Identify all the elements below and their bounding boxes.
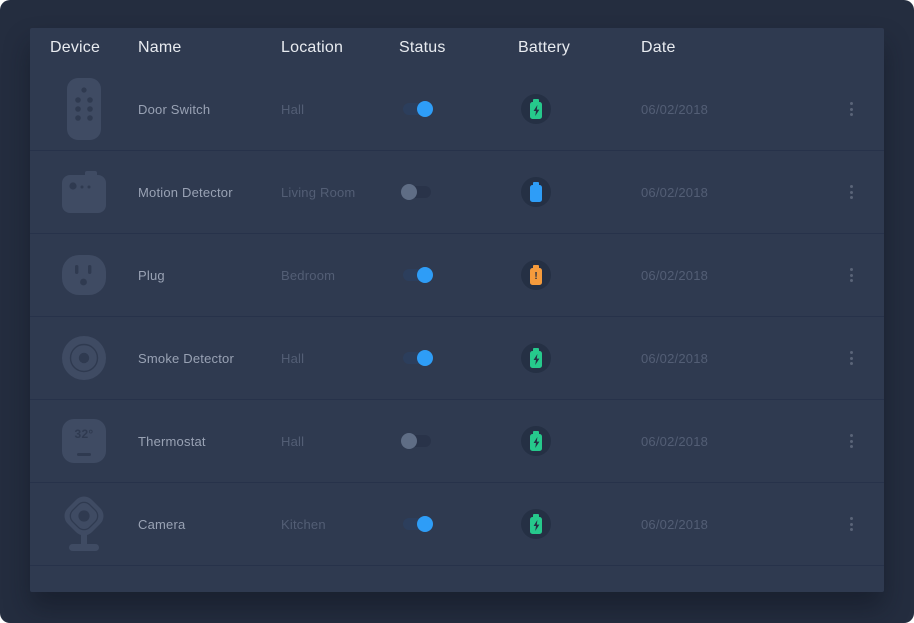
status-toggle[interactable] (403, 269, 431, 281)
device-name: Plug (138, 268, 281, 283)
toggle-knob (417, 516, 433, 532)
row-menu-button[interactable] (843, 265, 859, 285)
table-row: 32° Thermostat Hall ! 06/02/2018 (30, 400, 884, 483)
column-header-status: Status (399, 39, 518, 57)
battery-indicator: ! (521, 177, 551, 207)
camera-icon (56, 489, 112, 559)
battery-indicator: ! (521, 426, 551, 456)
devices-table: Device Name Location Status Battery Date… (30, 28, 884, 592)
remote-icon (56, 74, 112, 144)
toggle-knob (401, 433, 417, 449)
device-date: 06/02/2018 (641, 517, 842, 532)
status-toggle[interactable] (403, 352, 431, 364)
motion-detector-icon (56, 157, 112, 227)
device-date: 06/02/2018 (641, 268, 842, 283)
battery-indicator: ! (521, 260, 551, 290)
device-date: 06/02/2018 (641, 434, 842, 449)
charging-bolt-icon (533, 520, 540, 531)
charging-bolt-icon (533, 105, 540, 116)
thermostat-icon: 32° (56, 406, 112, 476)
device-date: 06/02/2018 (641, 351, 842, 366)
device-location: Living Room (281, 185, 399, 200)
device-location: Kitchen (281, 517, 399, 532)
table-row: Plug Bedroom ! 06/02/2018 (30, 234, 884, 317)
charging-bolt-icon (533, 354, 540, 365)
table-header: Device Name Location Status Battery Date (30, 28, 884, 68)
smoke-detector-icon (56, 323, 112, 393)
status-toggle[interactable] (403, 186, 431, 198)
column-header-date: Date (641, 39, 842, 57)
thermostat-reading: 32° (74, 427, 93, 463)
toggle-knob (417, 267, 433, 283)
toggle-knob (401, 184, 417, 200)
charging-bolt-icon (533, 437, 540, 448)
status-toggle[interactable] (403, 435, 431, 447)
column-header-name: Name (138, 39, 281, 57)
battery-alert-glyph: ! (534, 272, 537, 282)
device-location: Hall (281, 351, 399, 366)
row-menu-button[interactable] (843, 514, 859, 534)
device-name: Smoke Detector (138, 351, 281, 366)
device-name: Camera (138, 517, 281, 532)
column-header-location: Location (281, 39, 399, 57)
table-row: Door Switch Hall ! 06/02/2018 (30, 68, 884, 151)
device-name: Thermostat (138, 434, 281, 449)
row-menu-button[interactable] (843, 182, 859, 202)
row-menu-button[interactable] (843, 348, 859, 368)
table-row: Smoke Detector Hall ! 06/02/2018 (30, 317, 884, 400)
column-header-device: Device (50, 39, 138, 57)
row-menu-button[interactable] (843, 99, 859, 119)
row-menu-button[interactable] (843, 431, 859, 451)
device-date: 06/02/2018 (641, 102, 842, 117)
table-row: Camera Kitchen ! 06/02/2018 (30, 483, 884, 566)
plug-icon (56, 240, 112, 310)
devices-window: Device Name Location Status Battery Date… (0, 0, 914, 623)
device-location: Hall (281, 434, 399, 449)
battery-indicator: ! (521, 509, 551, 539)
toggle-knob (417, 350, 433, 366)
device-name: Motion Detector (138, 185, 281, 200)
device-location: Hall (281, 102, 399, 117)
battery-indicator: ! (521, 94, 551, 124)
device-date: 06/02/2018 (641, 185, 842, 200)
battery-indicator: ! (521, 343, 551, 373)
device-location: Bedroom (281, 268, 399, 283)
table-row: Motion Detector Living Room ! 06/02/2018 (30, 151, 884, 234)
status-toggle[interactable] (403, 103, 431, 115)
column-header-battery: Battery (518, 39, 641, 57)
status-toggle[interactable] (403, 518, 431, 530)
toggle-knob (417, 101, 433, 117)
device-name: Door Switch (138, 102, 281, 117)
